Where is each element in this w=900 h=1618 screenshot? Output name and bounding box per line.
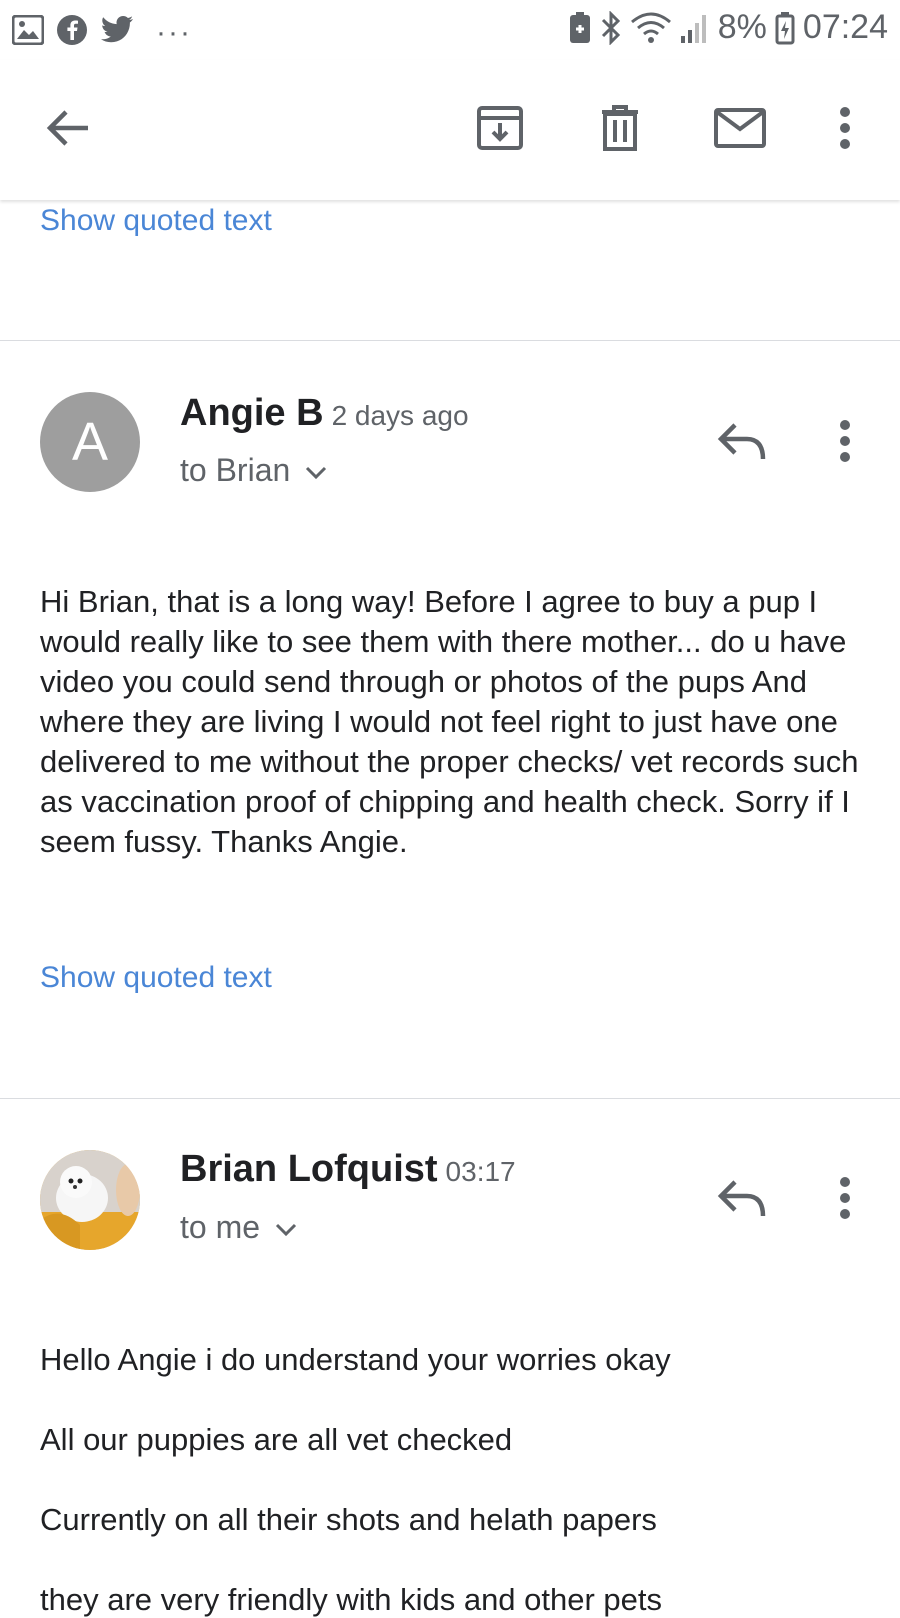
- image-icon: [11, 14, 45, 50]
- avatar[interactable]: A: [40, 392, 140, 492]
- overflow-menu-icon: [839, 106, 851, 155]
- battery-saver-icon: [568, 11, 592, 45]
- system-status: 8% 07:24: [568, 8, 888, 47]
- message-divider: [0, 340, 900, 341]
- battery-percent: 8%: [717, 8, 767, 46]
- delete-button[interactable]: [590, 100, 650, 160]
- clock: 07:24: [802, 8, 888, 46]
- sender-name-text: Angie B: [180, 392, 324, 434]
- notification-icons: ···: [11, 14, 192, 51]
- archive-button[interactable]: [470, 100, 530, 160]
- recipient-text: to me: [180, 1209, 261, 1245]
- reply-button[interactable]: [712, 413, 772, 473]
- signal-icon: [680, 12, 710, 44]
- message-time: 2 days ago: [331, 400, 469, 431]
- message-overflow-button[interactable]: [815, 413, 875, 473]
- message-paragraph: Currently on all their shots and helath …: [40, 1502, 657, 1537]
- bluetooth-icon: [600, 10, 622, 45]
- recipient-details-toggle[interactable]: to me: [180, 1209, 298, 1246]
- avatar[interactable]: [40, 1150, 140, 1250]
- avatar-photo: [40, 1150, 140, 1250]
- status-bar: ··· 8% 07:24: [0, 0, 900, 60]
- app-toolbar: [0, 60, 900, 200]
- show-quoted-text-link[interactable]: Show quoted text: [40, 204, 272, 238]
- twitter-icon: [100, 15, 134, 50]
- message-overflow-button[interactable]: [815, 1170, 875, 1230]
- message-paragraph: Hello Angie i do understand your worries…: [40, 1342, 671, 1377]
- message-paragraph: All our puppies are all vet checked: [40, 1422, 513, 1457]
- chevron-down-icon: [274, 1209, 298, 1246]
- reply-icon: [717, 421, 767, 466]
- avatar-letter: A: [71, 412, 109, 472]
- mark-unread-button[interactable]: [710, 100, 770, 160]
- recipient-text: to Brian: [180, 452, 291, 488]
- facebook-icon: [56, 14, 88, 51]
- message-body: Hi Brian, that is a long way! Before I a…: [40, 584, 859, 859]
- message-paragraph: they are very friendly with kids and oth…: [40, 1582, 663, 1617]
- reply-icon: [717, 1178, 767, 1223]
- archive-icon: [476, 104, 524, 157]
- back-arrow-icon: [46, 108, 90, 153]
- reply-button[interactable]: [712, 1170, 772, 1230]
- show-quoted-text-link[interactable]: Show quoted text: [40, 961, 272, 995]
- message-divider: [0, 1098, 900, 1099]
- overflow-menu-icon: [839, 419, 851, 468]
- mark-unread-icon: [714, 107, 766, 153]
- delete-icon: [600, 104, 640, 157]
- more-notifications-icon: ···: [156, 15, 192, 49]
- overflow-menu-icon: [839, 1176, 851, 1225]
- sender-name-text: Brian Lofquist: [180, 1148, 438, 1190]
- recipient-details-toggle[interactable]: to Brian: [180, 452, 328, 489]
- overflow-menu-button[interactable]: [815, 100, 875, 160]
- back-button[interactable]: [38, 100, 98, 160]
- message-time: 03:17: [445, 1156, 516, 1187]
- chevron-down-icon: [304, 452, 328, 489]
- battery-icon: [775, 11, 795, 45]
- wifi-icon: [630, 12, 672, 44]
- sender-name[interactable]: Angie B2 days ago: [180, 392, 469, 435]
- sender-name[interactable]: Brian Lofquist 03:17: [180, 1148, 516, 1191]
